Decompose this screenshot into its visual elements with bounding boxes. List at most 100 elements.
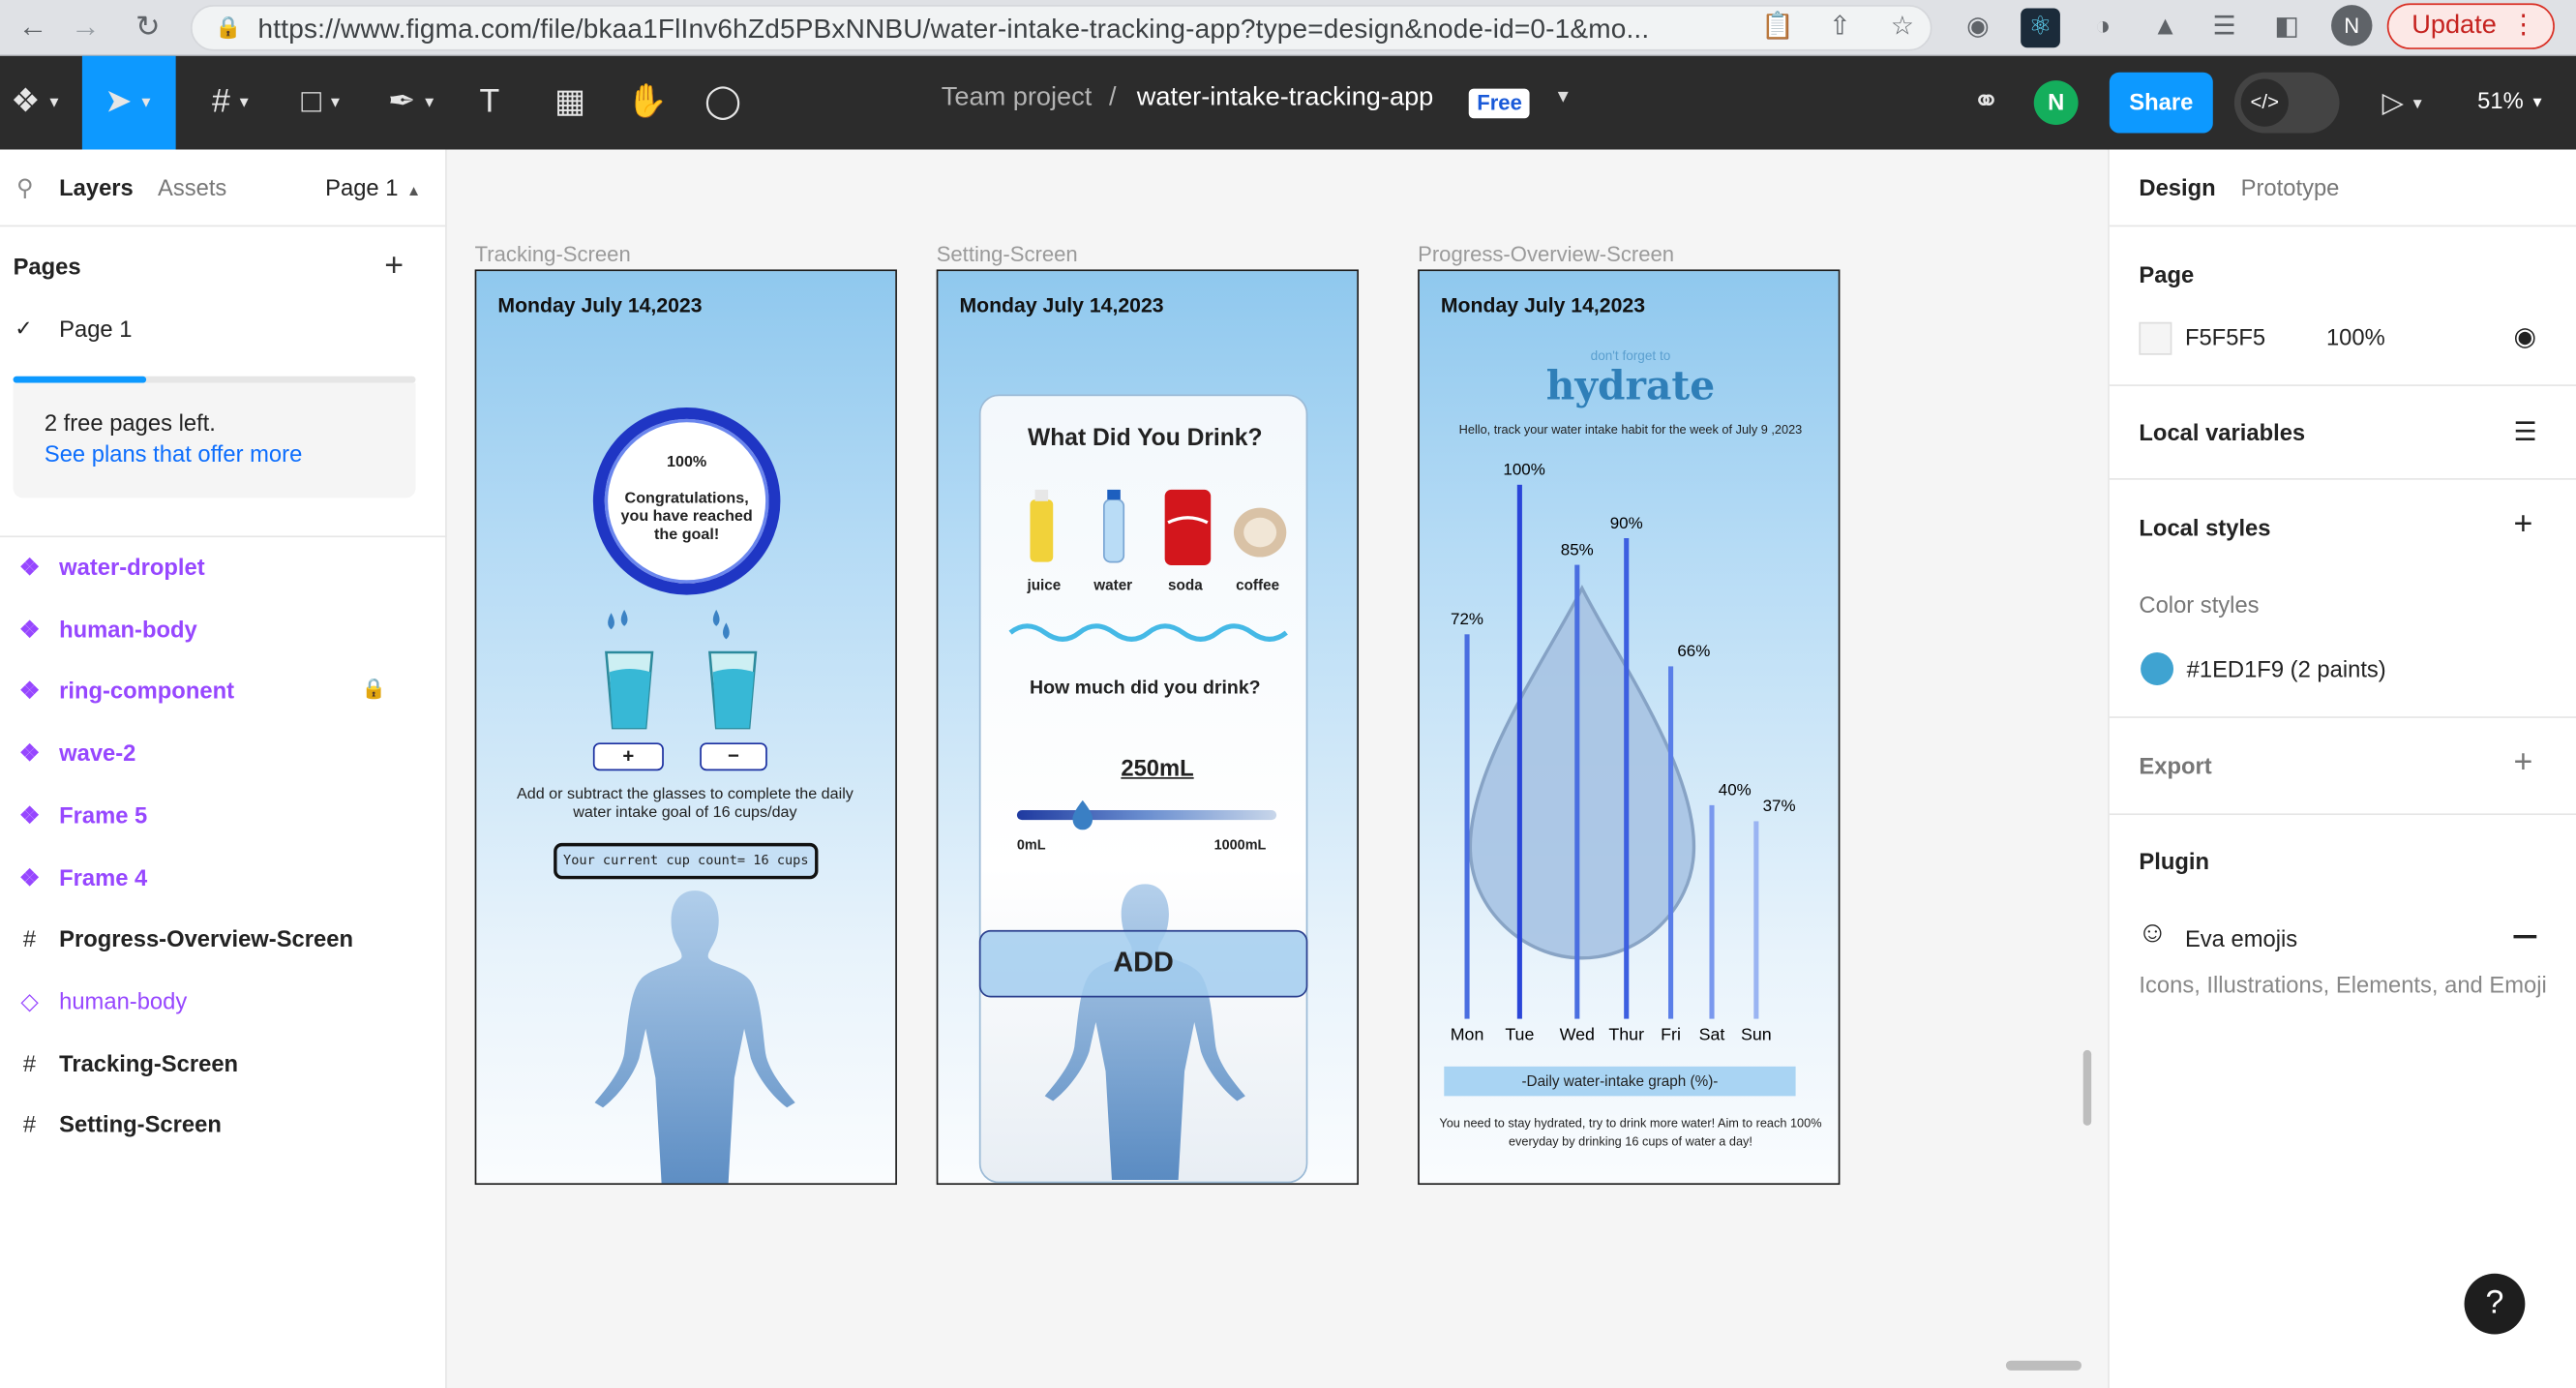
horizontal-scrollbar[interactable] — [2005, 1360, 2082, 1371]
layer-item[interactable]: ❖ Frame 4 — [0, 849, 447, 908]
tracking-screen-frame[interactable]: Monday July 14,2023 100% Congratulations… — [474, 269, 897, 1186]
extension-circle-icon[interactable]: ◑ — [2083, 8, 2123, 47]
present-play-icon[interactable]: ▷ ▼ — [2366, 56, 2441, 150]
category-label: Sat — [1699, 1025, 1725, 1044]
share-button[interactable]: Share — [2109, 72, 2213, 134]
layer-item[interactable]: ◇ human-body — [0, 973, 447, 1032]
drink-label-water[interactable]: water — [1083, 577, 1144, 593]
text-tool-icon[interactable]: T — [457, 56, 523, 150]
puzzle-icon[interactable]: ▲ — [2145, 8, 2185, 47]
pen-tool-icon[interactable]: ✒ ▼ — [374, 56, 450, 150]
remove-plugin-icon[interactable] — [2513, 934, 2537, 938]
component-icon: ❖ — [18, 739, 41, 767]
drink-label-soda[interactable]: soda — [1154, 577, 1215, 593]
address-bar[interactable]: 🔒 https://www.figma.com/file/bkaa1FlInv6… — [190, 5, 1932, 51]
page-selector-label: Page 1 — [325, 173, 399, 201]
bookmark-star-icon[interactable]: ☆ — [1883, 8, 1923, 47]
share-page-icon[interactable]: ⇧ — [1820, 8, 1860, 47]
drink-label-juice[interactable]: juice — [1013, 577, 1074, 593]
browser-avatar[interactable]: N — [2331, 5, 2373, 46]
progress-overview-frame[interactable]: Monday July 14,2023 don't forget to hydr… — [1418, 269, 1841, 1186]
react-extension-icon[interactable]: ⚛ — [2021, 8, 2060, 48]
page-color-swatch[interactable] — [2139, 321, 2172, 355]
rectangle-tool-icon[interactable]: □ ▼ — [283, 56, 361, 150]
layer-item[interactable]: # Tracking-Screen — [0, 1035, 447, 1094]
forward-icon[interactable]: → — [66, 7, 105, 46]
plugin-name[interactable]: Eva emojis — [2185, 925, 2297, 951]
page-selector[interactable]: Page 1 ▲ — [325, 174, 421, 200]
tab-layers[interactable]: Layers — [59, 174, 134, 200]
add-export-icon[interactable]: + — [2513, 744, 2532, 782]
frame-tool-icon[interactable]: # ▼ — [194, 56, 269, 150]
color-style-swatch[interactable] — [2141, 651, 2174, 685]
layer-item[interactable]: ❖ Frame 5 — [0, 787, 447, 846]
layer-item[interactable]: ❖ human-body — [0, 601, 447, 660]
layer-item[interactable]: ❖ wave-2 — [0, 725, 447, 784]
back-icon[interactable]: ← — [14, 7, 53, 46]
divider — [0, 535, 447, 538]
dev-mode-toggle[interactable]: </> — [2233, 72, 2340, 134]
bug-extension-icon[interactable]: ◉ — [1959, 8, 1998, 47]
eye-icon[interactable]: ◉ — [2513, 320, 2536, 353]
check-icon: ✓ — [15, 315, 33, 341]
chart-bar — [1516, 484, 1522, 1019]
drink-label-coffee[interactable]: coffee — [1227, 577, 1288, 593]
setting-screen-frame[interactable]: Monday July 14,2023 What Did You Drink? … — [936, 269, 1359, 1186]
design-canvas[interactable]: Tracking-Screen Monday July 14,2023 100%… — [448, 149, 2107, 1388]
bar-value-label: 72% — [1451, 610, 1483, 628]
color-style-name[interactable]: #1ED1F9 (2 paints) — [2187, 655, 2386, 681]
local-variables-heading[interactable]: Local variables — [2139, 419, 2305, 445]
frame-label-overview[interactable]: Progress-Overview-Screen — [1418, 242, 1674, 266]
comment-tool-icon[interactable]: ◯ — [687, 56, 760, 150]
tab-assets[interactable]: Assets — [158, 174, 226, 200]
help-button[interactable]: ? — [2464, 1273, 2526, 1335]
resources-tool-icon[interactable]: ▦ — [535, 56, 604, 150]
move-tool-icon[interactable]: ➤ ▼ — [81, 55, 176, 150]
url-text: https://www.figma.com/file/bkaa1FlInv6hZ… — [257, 15, 1650, 45]
zoom-level[interactable]: 51% ▼ — [2477, 87, 2545, 113]
page-list-item[interactable]: Page 1 — [59, 316, 132, 342]
free-pages-notice: 2 free pages left. See plans that offer … — [13, 382, 416, 498]
slider-thumb[interactable] — [1070, 800, 1093, 830]
page-opacity[interactable]: 100% — [2326, 323, 2385, 349]
design-panel: Design Prototype Page F5F5F5 100% ◉ Loca… — [2108, 149, 2576, 1388]
tab-design[interactable]: Design — [2139, 174, 2215, 200]
figma-menu-icon[interactable]: ❖ ▼ — [3, 56, 69, 150]
search-icon[interactable]: ⚲ — [16, 174, 33, 202]
clipboard-icon[interactable]: 📋 — [1758, 8, 1798, 47]
browser-bar: ← → ↻ 🔒 https://www.figma.com/file/bkaa1… — [0, 0, 2576, 56]
hand-tool-icon[interactable]: ✋ — [612, 56, 684, 150]
water-drop-shape — [1468, 584, 1696, 960]
layer-item[interactable]: # Setting-Screen — [0, 1097, 447, 1156]
reload-icon[interactable]: ↻ — [128, 7, 167, 46]
amount-slider-track[interactable] — [1016, 809, 1277, 821]
code-icon: </> — [2240, 78, 2289, 127]
layer-item[interactable]: ❖ water-droplet — [0, 539, 447, 598]
user-avatar[interactable]: N — [2033, 80, 2079, 126]
frame-label-tracking[interactable]: Tracking-Screen — [475, 242, 631, 266]
add-style-icon[interactable]: + — [2513, 506, 2532, 544]
tab-prototype[interactable]: Prototype — [2241, 174, 2340, 200]
team-project-link[interactable]: Team project / — [942, 84, 1117, 114]
vertical-scrollbar[interactable] — [2082, 1049, 2092, 1126]
divider — [2109, 384, 2576, 386]
chat-emoji-icon: ☺ — [2137, 915, 2168, 949]
plans-link[interactable]: See plans that offer more — [45, 440, 302, 467]
headphones-icon[interactable]: ⚭ — [1950, 56, 2022, 150]
lock-icon[interactable]: 🔒 — [361, 678, 385, 701]
add-drink-button[interactable]: ADD — [978, 929, 1308, 998]
subtract-glass-button[interactable]: − — [700, 742, 767, 771]
side-panel-icon[interactable]: ◧ — [2267, 8, 2307, 47]
page-color-value[interactable]: F5F5F5 — [2185, 323, 2265, 349]
variables-settings-icon[interactable]: ☰ — [2513, 416, 2536, 449]
layer-item[interactable]: # Progress-Overview-Screen — [0, 911, 447, 970]
chart-bar — [1624, 537, 1630, 1019]
file-name[interactable]: water-intake-tracking-app — [1137, 84, 1433, 114]
layer-item[interactable]: ❖ ring-component 🔒 — [0, 663, 447, 722]
add-page-icon[interactable]: + — [384, 248, 404, 286]
add-glass-button[interactable]: + — [592, 742, 664, 771]
update-button[interactable]: Update ⋮ — [2386, 3, 2555, 49]
frame-label-setting[interactable]: Setting-Screen — [937, 242, 1078, 266]
reading-list-icon[interactable]: ☰ — [2204, 8, 2244, 47]
file-menu-chevron-icon[interactable]: ▼ — [1554, 87, 1572, 106]
